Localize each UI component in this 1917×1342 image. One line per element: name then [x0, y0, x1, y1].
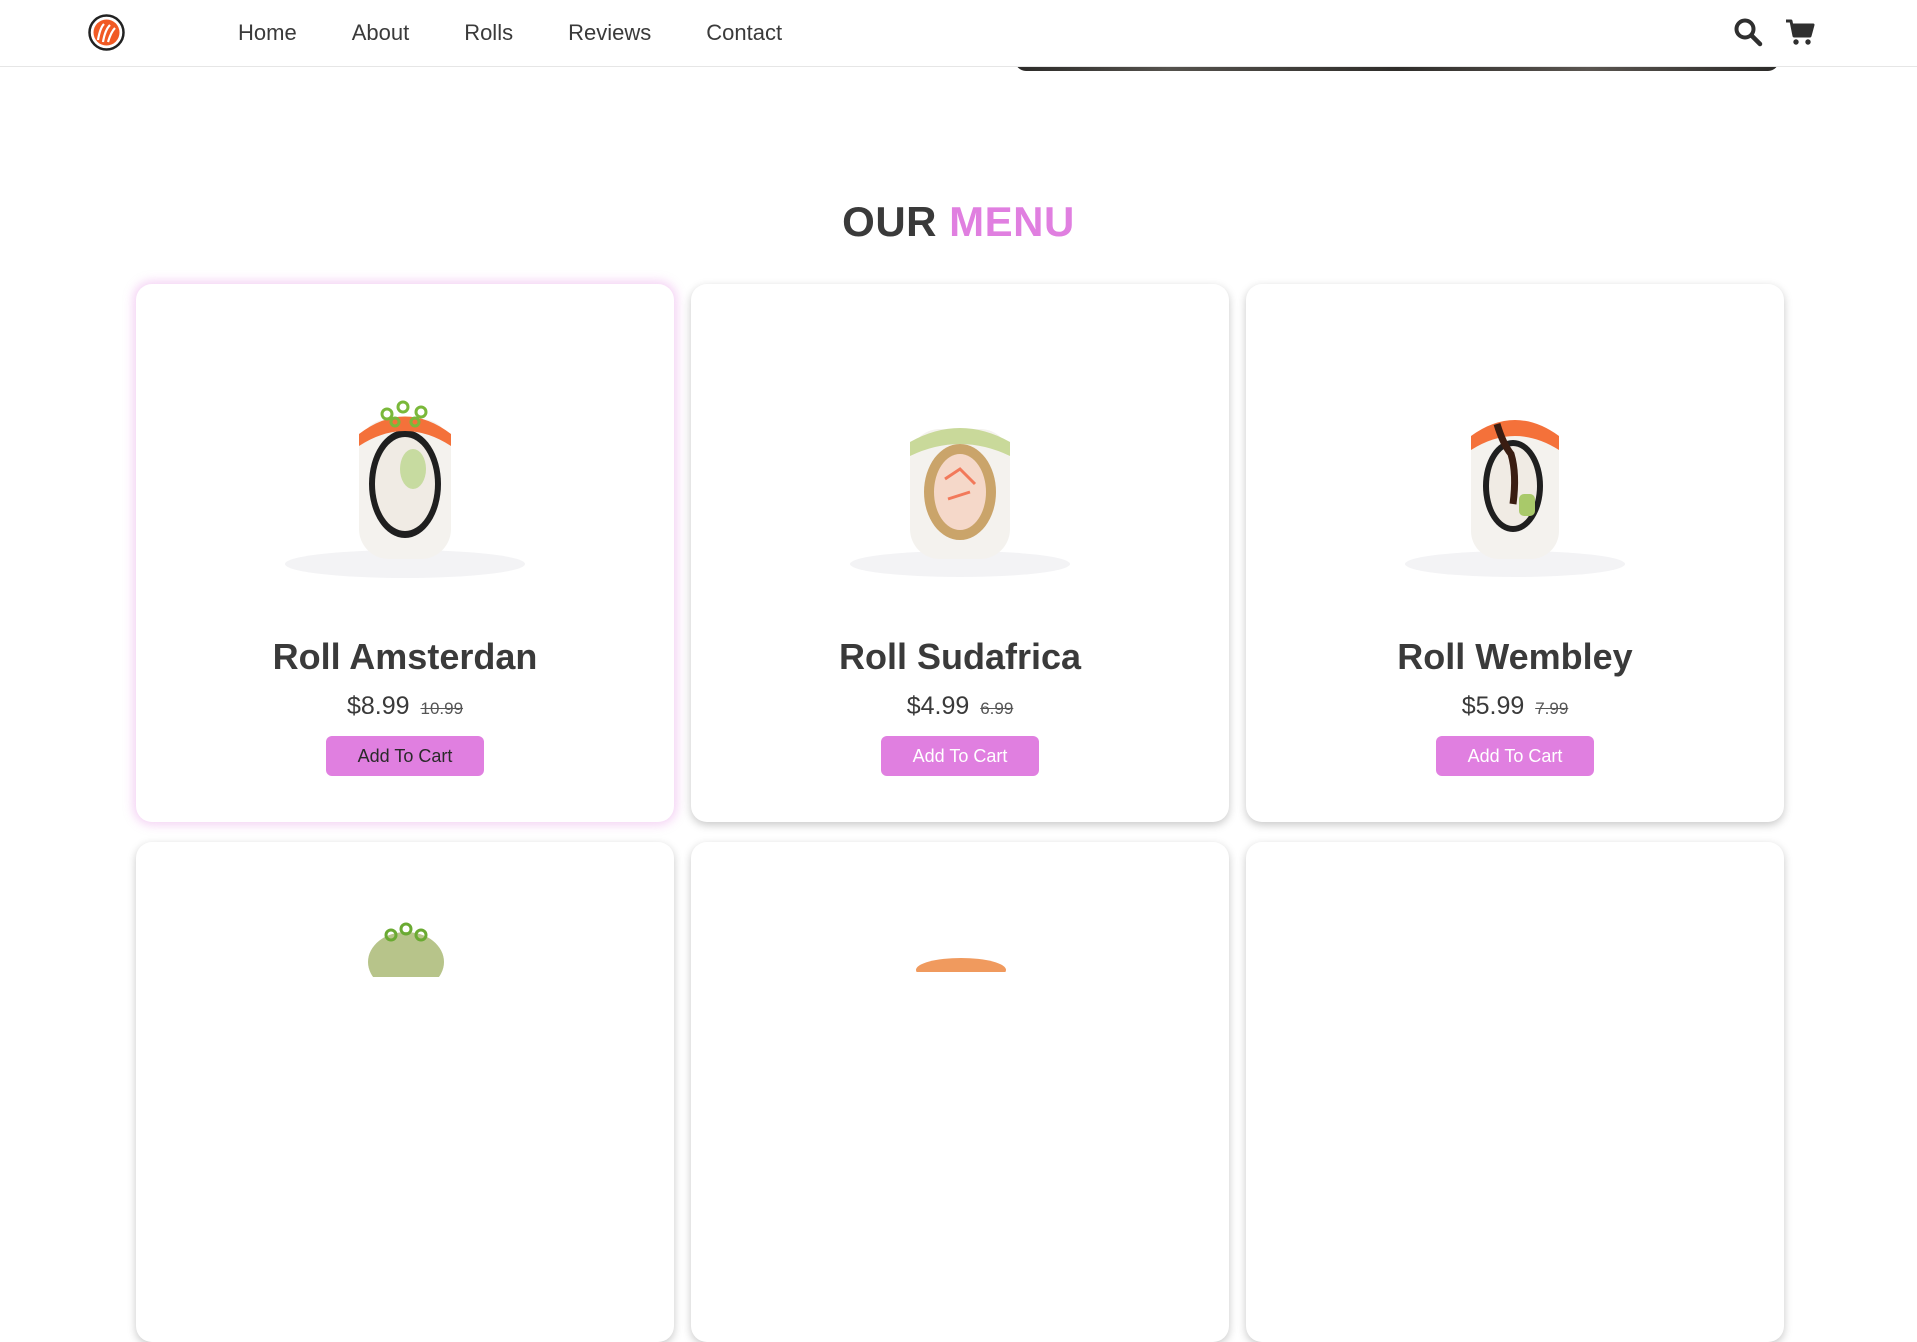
sushi-roll-image: [916, 958, 1006, 972]
add-to-cart-button[interactable]: Add To Cart: [326, 736, 484, 776]
current-price: $5.99: [1461, 692, 1525, 720]
search-icon[interactable]: [1733, 17, 1763, 47]
nav-link-contact[interactable]: Contact: [706, 20, 782, 46]
current-price: $4.99: [906, 692, 970, 720]
menu-heading-part2: MENU: [949, 198, 1075, 245]
sushi-roll-image: [368, 922, 444, 977]
nav-icons: [1733, 17, 1815, 47]
add-to-cart-button[interactable]: Add To Cart: [881, 736, 1039, 776]
menu-card[interactable]: Roll Wembley $5.99 7.99 Add To Cart: [1246, 284, 1784, 822]
nav-link-reviews[interactable]: Reviews: [568, 20, 651, 46]
menu-card[interactable]: Roll Sudafrica $4.99 6.99 Add To Cart: [691, 284, 1229, 822]
navbar: Home About Rolls Reviews Contact: [0, 0, 1917, 67]
nav-links: Home About Rolls Reviews Contact: [238, 0, 837, 66]
menu-card[interactable]: [1246, 842, 1784, 1342]
item-price: $8.99 10.99: [136, 692, 674, 721]
item-name: Roll Amsterdan: [272, 636, 538, 677]
nav-link-rolls[interactable]: Rolls: [464, 20, 513, 46]
nav-link-about[interactable]: About: [352, 20, 410, 46]
item-name: Roll Sudafrica: [838, 636, 1082, 677]
old-price: 7.99: [1535, 699, 1569, 718]
current-price: $8.99: [346, 692, 410, 720]
sushi-roll-image: [285, 400, 525, 578]
item-name: Roll Wembley: [1397, 636, 1633, 677]
old-price: 6.99: [980, 699, 1014, 718]
old-price: 10.99: [420, 699, 464, 718]
menu-card[interactable]: [691, 842, 1229, 1342]
logo-icon[interactable]: [88, 14, 125, 51]
menu-card[interactable]: [136, 842, 674, 1342]
menu-heading: OUR MENU: [0, 198, 1917, 246]
item-price: $4.99 6.99: [691, 692, 1229, 721]
cart-icon[interactable]: [1785, 17, 1815, 47]
menu-card[interactable]: Roll Amsterdan $8.99 10.99 Add To Cart: [136, 284, 674, 822]
add-to-cart-button[interactable]: Add To Cart: [1436, 736, 1594, 776]
menu-heading-part1: OUR: [842, 198, 937, 245]
sushi-roll-image: [850, 428, 1070, 577]
nav-link-home[interactable]: Home: [238, 20, 297, 46]
item-price: $5.99 7.99: [1246, 692, 1784, 721]
sushi-roll-image: [1405, 420, 1625, 577]
